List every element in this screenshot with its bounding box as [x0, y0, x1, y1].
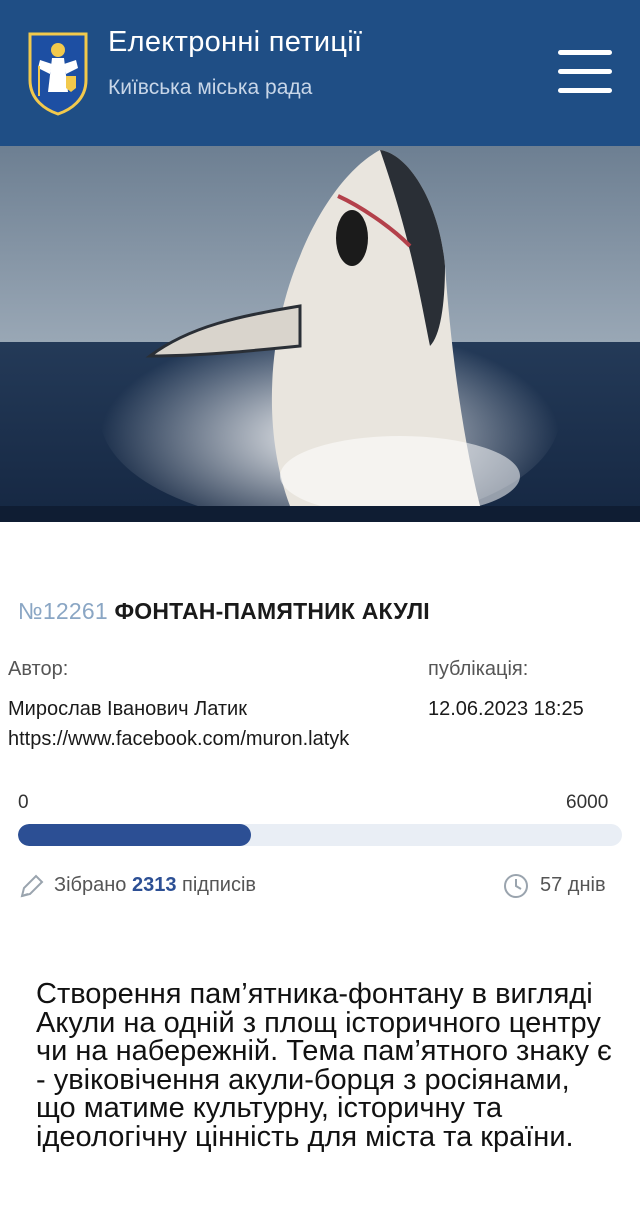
- author-label: Автор:: [8, 658, 69, 680]
- clock-icon: [504, 874, 528, 898]
- petition-title: №12261 ФОНТАН-ПАМЯТНИК АКУЛІ: [18, 598, 430, 625]
- progress-max: 6000: [566, 792, 609, 813]
- signatures-progress-bar: [18, 824, 622, 846]
- pen-icon: [20, 874, 44, 898]
- petition-number: №12261: [18, 598, 108, 624]
- progress-min: 0: [18, 792, 29, 813]
- collected-suffix: підписів: [182, 874, 257, 896]
- app-title: Електронні петиції: [108, 26, 363, 58]
- petition-description: Створення пам’ятника-фонтану в вигляді А…: [36, 978, 612, 1153]
- kyiv-coat-of-arms-icon[interactable]: [26, 30, 90, 116]
- hamburger-menu-icon[interactable]: [558, 48, 614, 96]
- signatures-collected: Зібрано 2313 підписів: [54, 874, 256, 897]
- published-label: публікація:: [428, 658, 529, 680]
- author-link[interactable]: https://www.facebook.com/muron.latyk: [8, 728, 349, 751]
- app-subtitle: Київська міська рада: [108, 76, 313, 99]
- collected-count: 2313: [131, 874, 177, 896]
- author-name: Мирослав Іванович Латик: [8, 698, 247, 720]
- days-left: 57 днів: [540, 874, 606, 896]
- petition-image: [0, 146, 640, 522]
- petition-name: ФОНТАН-ПАМЯТНИК АКУЛІ: [114, 598, 430, 624]
- app-header: Електронні петиції Київська міська рада: [0, 0, 640, 146]
- collected-prefix: Зібрано: [54, 874, 127, 896]
- shark-photo: [0, 146, 640, 522]
- published-date: 12.06.2023 18:25: [428, 698, 584, 720]
- progress-fill: [18, 824, 251, 846]
